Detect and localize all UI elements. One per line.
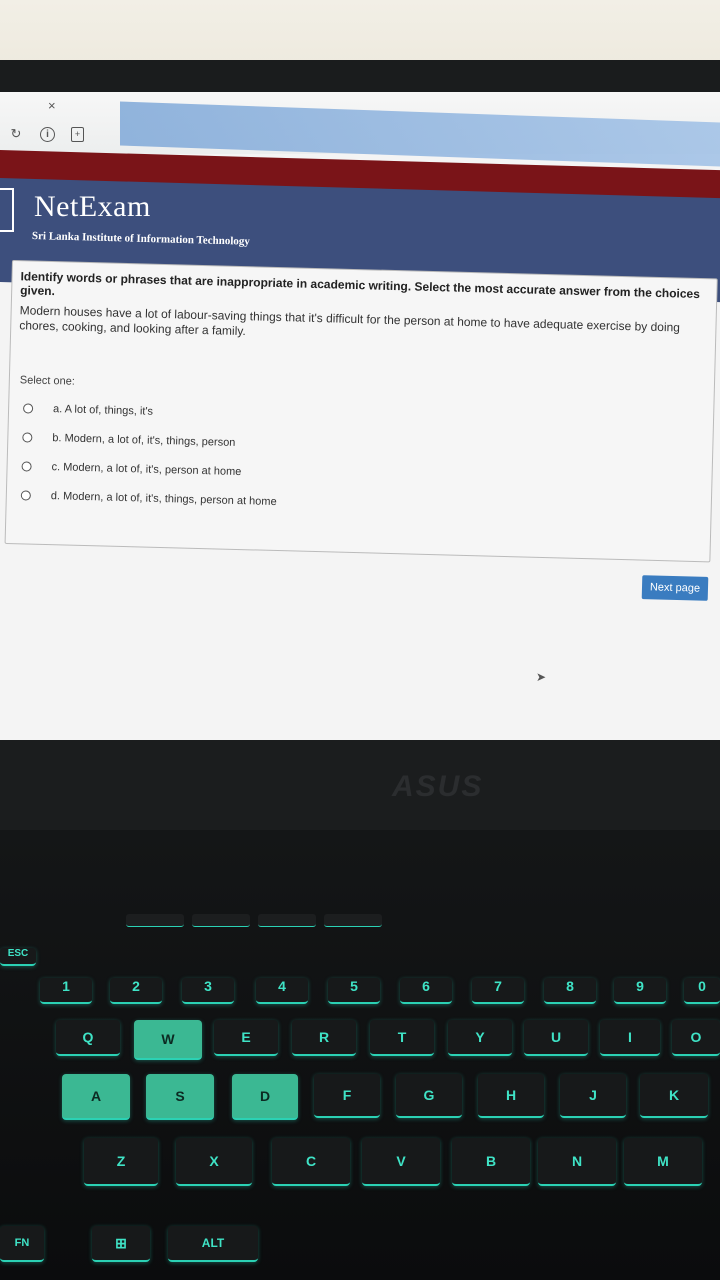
- key-y[interactable]: Y: [448, 1020, 512, 1056]
- laptop-logo: ASUS: [392, 770, 484, 803]
- tab-close-button[interactable]: ×: [48, 98, 56, 113]
- key-s[interactable]: S: [146, 1074, 214, 1120]
- key-w[interactable]: W: [134, 1020, 202, 1060]
- radio-button[interactable]: [20, 489, 31, 501]
- key-3[interactable]: 3: [182, 978, 234, 1004]
- key-b[interactable]: B: [452, 1138, 530, 1186]
- reload-icon[interactable]: ↻: [8, 126, 24, 142]
- info-icon[interactable]: i: [40, 126, 55, 142]
- keyboard: ESC 1 2 3 4 5 6 7 8 9 0 Q W E R T Y U I …: [0, 830, 720, 1280]
- key-7[interactable]: 7: [472, 978, 524, 1004]
- key-h[interactable]: H: [478, 1074, 544, 1118]
- key-c[interactable]: C: [272, 1138, 350, 1186]
- key-a[interactable]: A: [62, 1074, 130, 1120]
- answer-options: a. A lot of, things, it's b. Modern, a l…: [20, 393, 279, 516]
- key-m[interactable]: M: [624, 1138, 702, 1186]
- fkey[interactable]: [324, 914, 382, 927]
- next-page-button[interactable]: Next page: [641, 575, 709, 601]
- key-u[interactable]: U: [524, 1020, 588, 1056]
- fkey[interactable]: [192, 914, 250, 927]
- key-windows[interactable]: ⊞: [92, 1226, 150, 1262]
- key-g[interactable]: G: [396, 1074, 462, 1118]
- key-r[interactable]: R: [292, 1020, 356, 1056]
- key-1[interactable]: 1: [40, 978, 92, 1004]
- key-x[interactable]: X: [176, 1138, 252, 1186]
- page-icon[interactable]: +: [71, 126, 84, 142]
- mouse-cursor-icon: ➤: [536, 670, 547, 684]
- key-6[interactable]: 6: [400, 978, 452, 1004]
- option-label: a. A lot of, things, it's: [52, 402, 154, 418]
- key-z[interactable]: Z: [84, 1138, 158, 1186]
- radio-button[interactable]: [21, 460, 32, 472]
- browser-window: × ↻ i + NetExam Sri Lanka Institute of I…: [0, 92, 720, 752]
- key-8[interactable]: 8: [544, 978, 596, 1004]
- key-k[interactable]: K: [640, 1074, 708, 1118]
- option-label: d. Modern, a lot of, it's, things, perso…: [50, 489, 277, 508]
- select-one-label: Select one:: [19, 374, 76, 388]
- option-d[interactable]: d. Modern, a lot of, it's, things, perso…: [20, 480, 277, 516]
- fkey[interactable]: [126, 914, 184, 927]
- key-i[interactable]: I: [600, 1020, 660, 1056]
- key-q[interactable]: Q: [56, 1020, 120, 1056]
- key-e[interactable]: E: [214, 1020, 278, 1056]
- question-card: Identify words or phrases that are inapp…: [4, 260, 718, 563]
- key-esc[interactable]: ESC: [0, 948, 36, 966]
- radio-button[interactable]: [23, 402, 34, 414]
- key-9[interactable]: 9: [614, 978, 666, 1004]
- key-v[interactable]: V: [362, 1138, 440, 1186]
- radio-button[interactable]: [22, 431, 33, 443]
- key-fn[interactable]: FN: [0, 1226, 44, 1262]
- fkey[interactable]: [258, 914, 316, 927]
- key-f[interactable]: F: [314, 1074, 380, 1118]
- logo-icon: [0, 188, 14, 232]
- site-brand: NetExam: [34, 190, 151, 223]
- monitor-bezel-top: [0, 60, 720, 96]
- key-0[interactable]: 0: [684, 978, 720, 1004]
- key-j[interactable]: J: [560, 1074, 626, 1118]
- key-5[interactable]: 5: [328, 978, 380, 1004]
- option-label: b. Modern, a lot of, it's, things, perso…: [52, 431, 236, 449]
- key-o[interactable]: O: [672, 1020, 720, 1056]
- key-d[interactable]: D: [232, 1074, 298, 1120]
- key-alt[interactable]: ALT: [168, 1226, 258, 1262]
- key-t[interactable]: T: [370, 1020, 434, 1056]
- key-2[interactable]: 2: [110, 978, 162, 1004]
- key-n[interactable]: N: [538, 1138, 616, 1186]
- option-label: c. Modern, a lot of, it's, person at hom…: [51, 460, 242, 478]
- laptop-bezel-bottom: [0, 740, 720, 830]
- key-4[interactable]: 4: [256, 978, 308, 1004]
